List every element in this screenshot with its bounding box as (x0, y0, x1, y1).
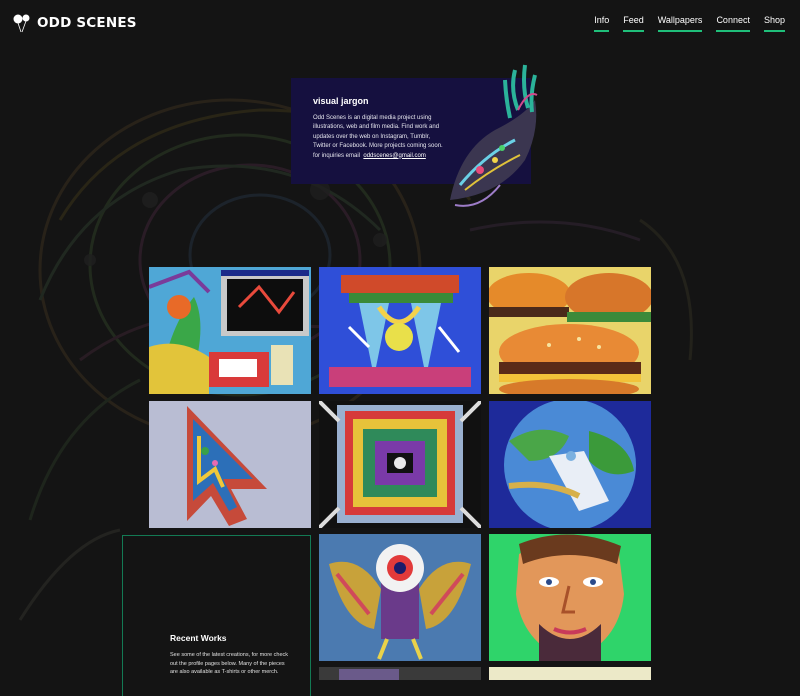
partial-artwork (489, 667, 651, 680)
earth-bag-artwork (489, 401, 651, 528)
recent-works-title: Recent Works (170, 633, 227, 643)
info-title: visual jargon (313, 96, 369, 106)
fish-creature-artwork (450, 64, 538, 207)
nav-item-wallpapers[interactable]: Wallpapers (657, 15, 703, 32)
info-description: Odd Scenes is an digital media project u… (313, 114, 447, 161)
nav-item-connect[interactable]: Connect (716, 15, 750, 32)
gallery-item-earth-bag[interactable] (489, 401, 651, 528)
recent-works-description: See some of the latest creations, for mo… (170, 652, 289, 676)
portrait-face-artwork (489, 534, 651, 661)
nav-item-shop[interactable]: Shop (763, 15, 785, 32)
gallery-item-desktop-collage[interactable] (149, 267, 311, 394)
partial-artwork (319, 667, 481, 680)
blue-temple-artwork (319, 267, 481, 394)
main-nav: Info Feed Wallpapers Connect Shop (580, 15, 785, 32)
brand-name: ODD SCENES (37, 15, 137, 31)
gallery-item-partial-left[interactable] (319, 667, 481, 680)
burgers-artwork (489, 267, 651, 394)
desktop-collage-artwork (149, 267, 311, 394)
balloons-icon (13, 14, 30, 33)
gallery-item-mandala-frame[interactable] (319, 401, 481, 528)
gallery-item-eye-bird[interactable] (319, 534, 481, 661)
brand-logo[interactable]: ODD SCENES (12, 13, 137, 33)
gallery-item-portrait-face[interactable] (489, 534, 651, 661)
mandala-frame-artwork (319, 401, 481, 528)
gallery-item-cursor-arrow[interactable] (149, 401, 311, 528)
nav-item-feed[interactable]: Feed (623, 15, 644, 32)
cursor-arrow-artwork (149, 401, 311, 528)
gallery-item-blue-temple[interactable] (319, 267, 481, 394)
gallery-item-burgers[interactable] (489, 267, 651, 394)
recent-works-panel: Recent Works See some of the latest crea… (122, 535, 311, 696)
gallery-item-partial-right[interactable] (489, 667, 651, 680)
email-link[interactable]: oddscenes@gmail.com (363, 153, 425, 159)
nav-item-info[interactable]: Info (594, 15, 610, 32)
eye-bird-artwork (319, 534, 481, 661)
